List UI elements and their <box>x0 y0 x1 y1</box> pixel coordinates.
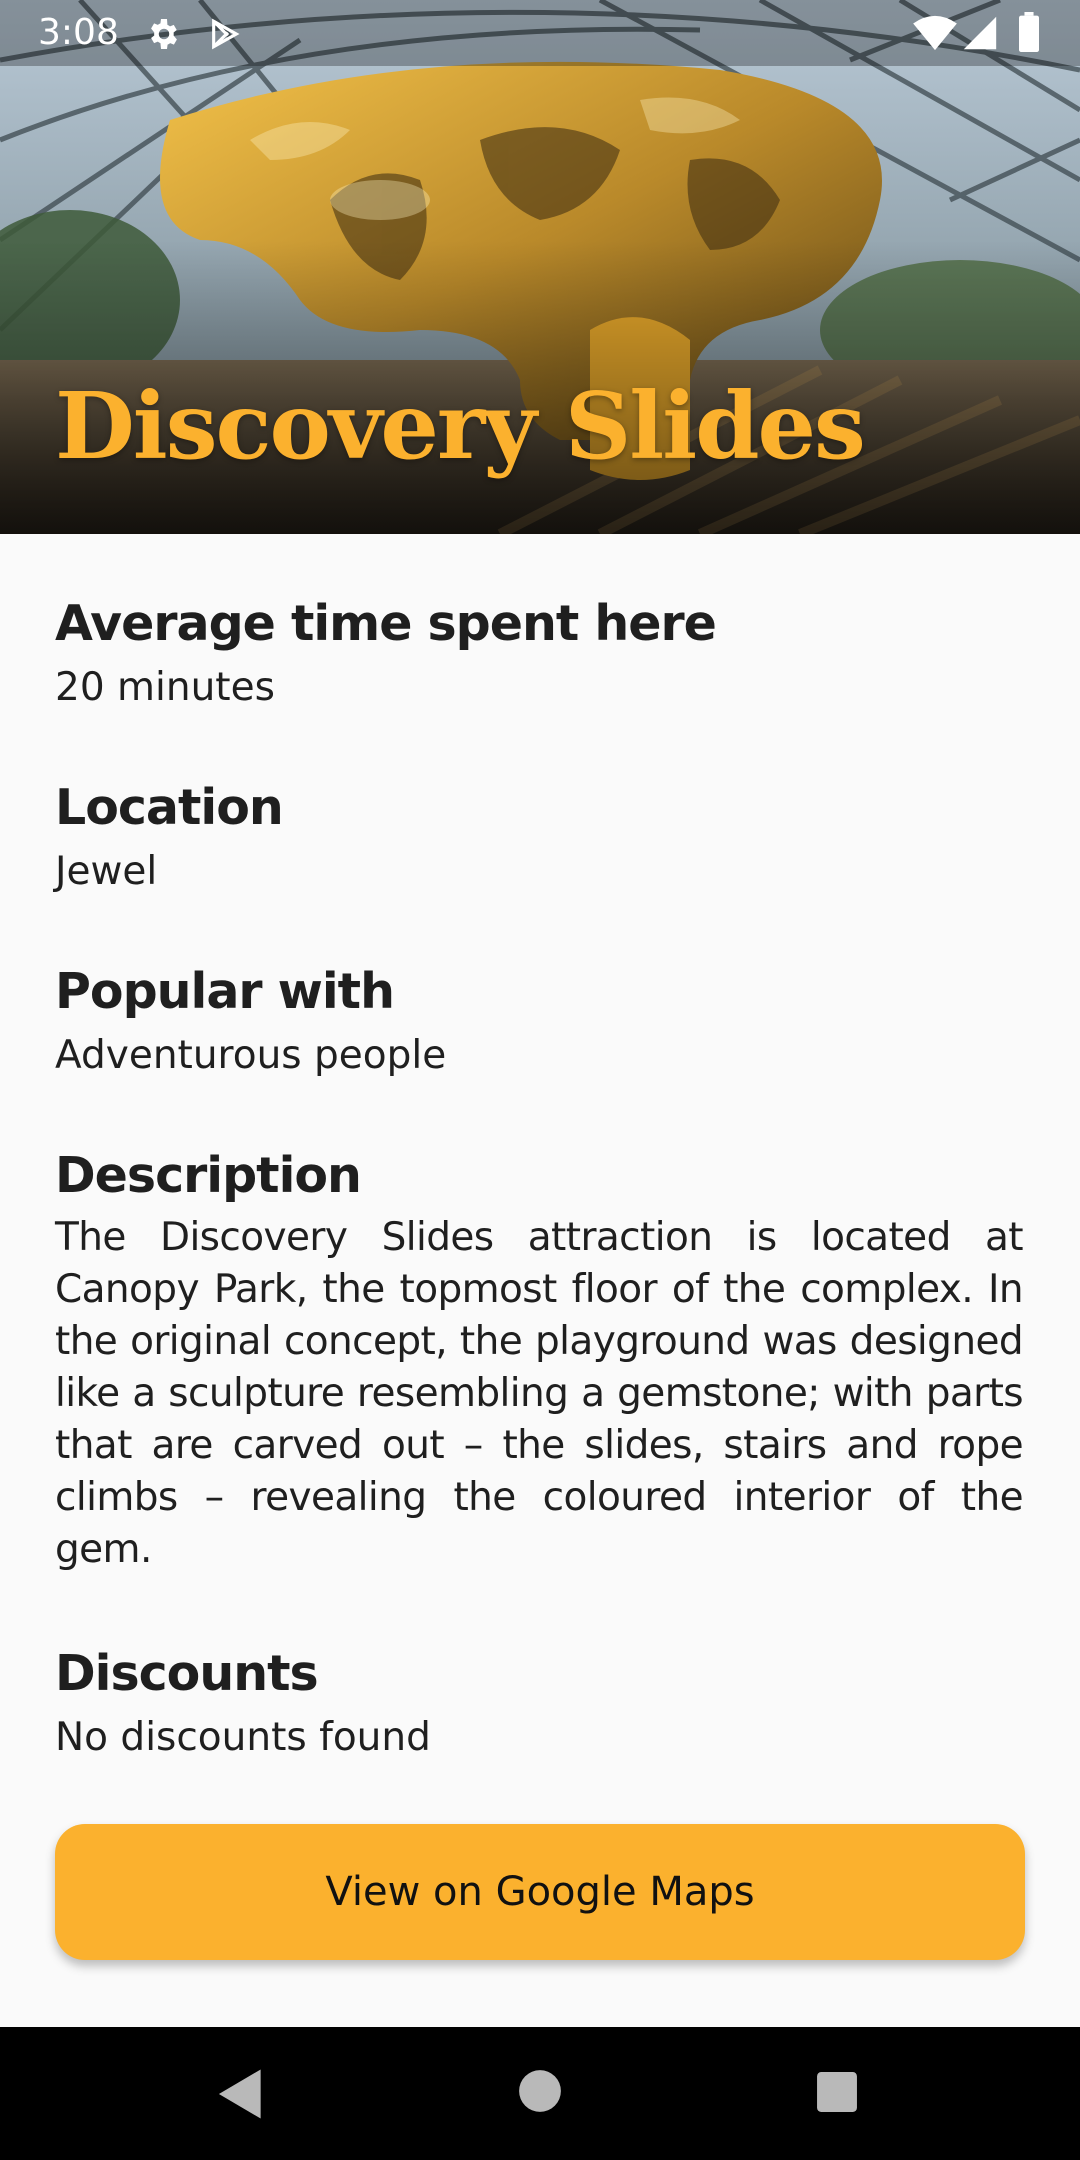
back-icon[interactable] <box>216 2067 266 2121</box>
popular-section: Popular with Adventurous people <box>55 964 1023 1082</box>
view-on-google-maps-button[interactable]: View on Google Maps <box>55 1824 1025 1960</box>
discounts-section: Discounts No discounts found <box>55 1646 1023 1764</box>
time-value: 20 minutes <box>55 665 275 710</box>
status-bar: 3:08 <box>0 0 1080 66</box>
hero-image: Discovery Slides <box>0 0 1080 534</box>
wifi-icon <box>913 15 957 51</box>
description-section: Description The Discovery Slides attract… <box>55 1147 1024 1576</box>
popular-heading: Popular with <box>55 963 395 1020</box>
play-store-icon <box>212 18 240 50</box>
navigation-bar <box>0 2027 1080 2160</box>
battery-icon <box>1019 12 1039 52</box>
time-section: Average time spent here 20 minutes <box>55 596 1023 714</box>
discounts-heading: Discounts <box>55 1645 319 1702</box>
status-time: 3:08 <box>38 12 119 53</box>
home-icon[interactable] <box>518 2069 562 2113</box>
time-heading: Average time spent here <box>55 595 717 652</box>
description-heading: Description <box>55 1147 362 1204</box>
settings-icon <box>151 19 177 49</box>
discounts-value: No discounts found <box>55 1715 431 1760</box>
recents-icon[interactable] <box>816 2071 858 2113</box>
location-value: Jewel <box>55 849 158 894</box>
page-title: Discovery Slides <box>55 372 866 480</box>
signal-icon <box>963 16 997 50</box>
description-text: The Discovery Slides attraction is locat… <box>55 1215 1024 1572</box>
location-heading: Location <box>55 779 284 836</box>
location-section: Location Jewel <box>55 780 1023 898</box>
popular-value: Adventurous people <box>55 1033 447 1078</box>
